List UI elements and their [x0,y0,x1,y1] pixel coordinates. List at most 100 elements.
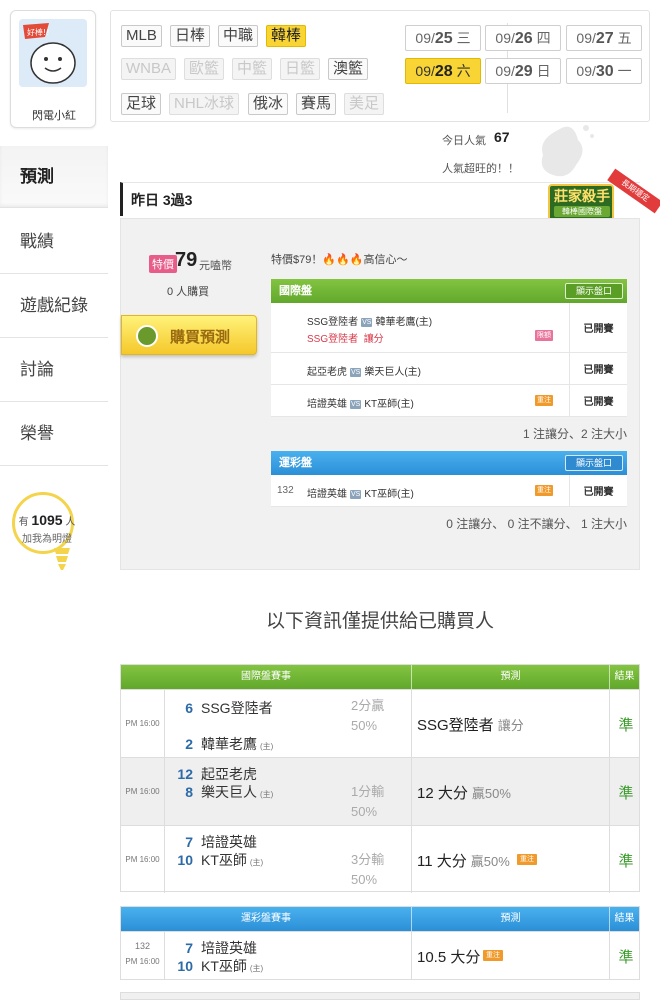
user-name: 閃電小紅 [32,110,76,122]
intl-show-lines-button[interactable]: 顯示盤口 [565,283,623,299]
status: 已開賽 [569,303,627,352]
sport-khl[interactable]: 俄冰 [248,93,289,115]
team-away: 12 起亞老虎 [177,766,257,782]
table-row: PM 16:00 6 SSG登陸者 2 韓華老鷹 (主) 2分贏 50% SSG登陸者讓… [121,689,639,757]
buy-prediction-label: 購買預測 [170,329,231,346]
lottery-show-lines-button[interactable]: 顯示盤口 [565,455,623,471]
matchup: 培證英雄 VS KT巫師(主) [307,489,414,500]
sport-npb[interactable]: 日棒 [170,25,211,47]
game-time: PM 16:00 [121,758,165,825]
col-prediction: 預測 [411,907,609,931]
popularity-value: 67 [494,129,510,145]
divider [411,932,412,979]
status: 已開賽 [569,353,627,384]
nav-game-history[interactable]: 遊戲紀錄 [0,274,108,338]
date-0925[interactable]: 09/25 三 [405,25,481,51]
divider [609,758,610,825]
sport-soccer[interactable]: 足球 [121,93,162,115]
result: 準 [618,949,634,966]
avatar[interactable]: 好棒!! [19,19,87,87]
date-0930[interactable]: 09/30 一 [566,58,642,84]
price-value: 79 [175,249,198,271]
lottery-summary: 0 注讓分、 0 注不讓分、 1 注大小 [446,517,627,531]
sport-mlb[interactable]: MLB [121,25,162,47]
col-match: 運彩盤賽事 [241,913,291,924]
user-card[interactable]: 好棒!! 閃電小紅 [10,10,96,128]
heavy-bet-badge: 重注 [535,485,553,496]
nav-honor[interactable]: 榮譽 [0,402,108,466]
team-home: 2 韓華老鷹 (主) [185,736,274,752]
sport-japan-basketball[interactable]: 日籃 [280,58,321,80]
lightbulb-base-icon [54,548,70,570]
popularity-label: 今日人氣 [442,135,486,147]
sport-euro-basketball[interactable]: 歐籃 [184,58,225,80]
intl-board-header: 國際盤 顯示盤口 [271,279,627,303]
prediction: 10.5 大分 [417,949,481,966]
result: 準 [618,785,634,802]
nav-record[interactable]: 戰績 [0,210,108,274]
sport-horse-racing[interactable]: 賽馬 [296,93,337,115]
lottery-row-1: 132 培證英雄 VS KT巫師(主) 重注 已開賽 [271,475,627,507]
divider [609,690,610,757]
matchup: SSG登陸者 VS 韓華老鷹(主) [307,317,433,328]
heavy-bet-badge: 重注 [535,395,553,406]
table-row: PM 16:00 12 起亞老虎 8 樂天巨人 (主) 1分輸 50% 12 大分 贏50… [121,757,639,825]
result: 準 [618,853,634,870]
promo-text: 特價$79！🔥🔥🔥高信心～ [271,254,408,266]
sport-wnba[interactable]: WNBA [121,58,176,80]
game-time: PM 16:00 [121,826,165,893]
game-time: PM 16:00 [125,957,160,966]
odds: 2分贏 50% [351,698,385,733]
sport-kbo[interactable]: 韓棒 [266,25,307,47]
sport-nhl[interactable]: NHL冰球 [169,93,240,115]
team-away: 7 培證英雄 [185,940,257,956]
sport-australia-basketball[interactable]: 澳籃 [328,58,369,80]
pick: SSG登陸者 讓分 [307,334,384,345]
badge-ribbon: 長期穩定 [607,168,660,214]
intl-row-2: 起亞老虎 VS 樂天巨人(主) 已開賽 [271,353,627,385]
team-away: 7 培證英雄 [185,834,257,850]
team-home: 8 樂天巨人 (主) [185,784,274,800]
nav-predict[interactable]: 預測 [0,146,108,208]
vs-icon: VS [350,368,362,377]
date-0929[interactable]: 09/29 日 [485,58,561,84]
badge-title: 莊家殺手 [554,188,610,204]
lottery-results-header: 運彩盤賽事 預測 結果 [121,907,639,931]
heavy-bet-badge: 重注 [517,854,537,865]
col-result: 結果 [609,907,639,931]
game-number: 132 [134,941,151,951]
divider [411,690,412,757]
fans-count: 1095 [31,512,63,528]
special-price-tag: 特價 [149,255,177,273]
sport-cpbl[interactable]: 中職 [218,25,259,47]
date-0927[interactable]: 09/27 五 [566,25,642,51]
divider [609,826,610,893]
fans-widget[interactable]: 有 1095 人 加我為明燈 [6,492,78,582]
fans-count-line: 有 1095 人 [18,512,76,528]
intl-summary: 1 注讓分、2 注大小 [522,427,627,441]
lottery-results-table: 運彩盤賽事 預測 結果 132 PM 16:00 7 培證英雄 10 KT巫師 (主)… [120,906,640,980]
date-0926[interactable]: 09/26 四 [485,25,561,51]
sport-nfl[interactable]: 美足 [344,93,385,115]
filter-bar: MLB 日棒 中職 韓棒 WNBA 歐籃 中籃 日籃 澳籃 足球 NHL冰球 俄… [110,10,650,122]
vs-icon: VS [361,318,373,327]
date-0928[interactable]: 09/28 六 [405,58,481,84]
divider [411,826,412,893]
sport-china-basketball[interactable]: 中籃 [232,58,273,80]
price-unit: 元嗑幣 [199,260,232,272]
fans-cta[interactable]: 加我為明燈 [6,530,88,545]
team-home: 10 KT巫師 (主) [177,958,264,974]
sidebar: 好棒!! 閃電小紅 預測 戰績 遊戲紀錄 討論 榮譽 有 1095 人 加我為明… [0,0,110,1000]
divider [411,758,412,825]
nav-discussion[interactable]: 討論 [0,338,108,402]
prediction: 11 大分 贏50% [417,853,510,870]
status: 已開賽 [569,385,627,416]
prediction: SSG登陸者 讓分 [417,717,524,734]
col-result: 結果 [609,665,639,689]
badge-subtitle: 韓棒國際盤 [554,206,610,217]
table-row: PM 16:00 7 培證英雄 10 KT巫師 (主) 3分輸 50% 11 大分 贏50… [121,825,639,893]
intl-row-1: SSG登陸者 VS 韓華老鷹(主) SSG登陸者 讓分 限額 已開賽 [271,303,627,353]
heavy-bet-badge: 重注 [483,950,503,961]
divider [609,932,610,979]
buy-prediction-button[interactable]: 購買預測 [121,315,257,355]
